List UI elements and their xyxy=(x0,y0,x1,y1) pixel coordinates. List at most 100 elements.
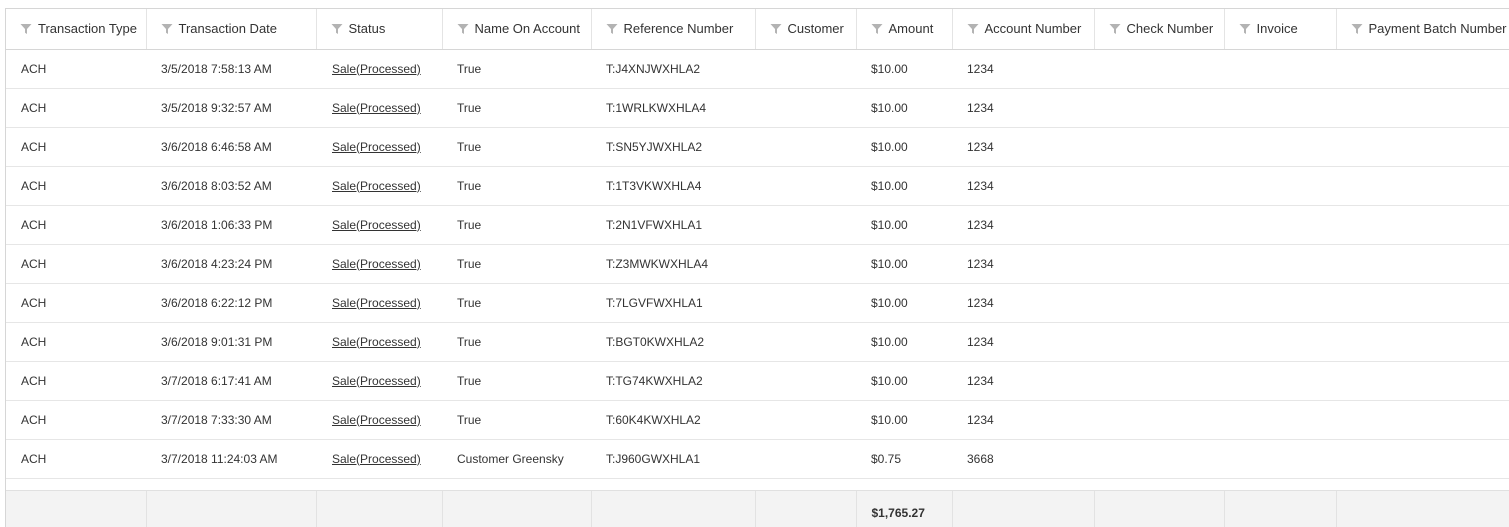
cell-reference-number: T:J4XNJWXHLA2 xyxy=(591,49,755,89)
status-link[interactable]: Sale(Processed) xyxy=(332,296,421,310)
cell-transaction-date: 3/6/2018 6:46:58 AM xyxy=(146,127,316,167)
cell-invoice xyxy=(1224,322,1336,362)
cell-transaction-type: ACH xyxy=(6,88,146,128)
column-header-check-number[interactable]: Check Number xyxy=(1094,9,1225,50)
cell-account-number: 1234 xyxy=(952,166,1094,206)
cell-transaction-type: ACH xyxy=(6,205,146,245)
cell-customer xyxy=(755,49,856,89)
cell-transaction-type: ACH xyxy=(6,244,146,284)
column-header-label: Transaction Date xyxy=(178,21,278,37)
column-header-account-number[interactable]: Account Number xyxy=(952,9,1095,50)
cell-transaction-type: ACH xyxy=(6,49,146,89)
cell-name-on-account: True xyxy=(442,400,591,440)
filter-icon[interactable] xyxy=(331,23,343,35)
status-link[interactable]: Sale(Processed) xyxy=(332,179,421,193)
column-header-status[interactable]: Status xyxy=(316,9,443,50)
column-header-amount[interactable]: Amount xyxy=(856,9,953,50)
cell-customer xyxy=(755,88,856,128)
cell-customer xyxy=(755,322,856,362)
column-header-invoice[interactable]: Invoice xyxy=(1224,9,1337,50)
cell-payment-batch-number xyxy=(1336,49,1509,89)
column-header-payment-batch-number[interactable]: Payment Batch Number xyxy=(1336,9,1509,50)
cell-invoice xyxy=(1224,361,1336,401)
spacer-cell xyxy=(1094,478,1224,491)
cell-payment-batch-number xyxy=(1336,322,1509,362)
filter-icon[interactable] xyxy=(770,23,782,35)
cell-transaction-type: ACH xyxy=(6,127,146,167)
cell-status: Sale(Processed) xyxy=(316,127,442,167)
cell-customer xyxy=(755,283,856,323)
footer-cell-status xyxy=(316,490,443,527)
cell-check-number xyxy=(1094,205,1224,245)
cell-check-number xyxy=(1094,49,1224,89)
status-link[interactable]: Sale(Processed) xyxy=(332,101,421,115)
column-header-name-on-account[interactable]: Name On Account xyxy=(442,9,592,50)
table-row[interactable]: ACH 3/5/2018 7:58:13 AM Sale(Processed) Tru… xyxy=(6,49,1509,89)
cell-transaction-type: ACH xyxy=(6,283,146,323)
cell-transaction-date: 3/7/2018 7:33:30 AM xyxy=(146,400,316,440)
table-row[interactable]: ACH 3/5/2018 9:32:57 AM Sale(Processed) Tru… xyxy=(6,88,1509,128)
cell-invoice xyxy=(1224,439,1336,479)
cell-name-on-account: True xyxy=(442,322,591,362)
status-link[interactable]: Sale(Processed) xyxy=(332,140,421,154)
status-link[interactable]: Sale(Processed) xyxy=(332,374,421,388)
column-header-transaction-type[interactable]: Transaction Type xyxy=(6,9,147,50)
cell-reference-number: T:Z3MWKWXHLA4 xyxy=(591,244,755,284)
filter-icon[interactable] xyxy=(606,23,618,35)
filter-icon[interactable] xyxy=(20,23,32,35)
cell-status: Sale(Processed) xyxy=(316,244,442,284)
table-row[interactable]: ACH 3/7/2018 7:33:30 AM Sale(Processed) Tru… xyxy=(6,400,1509,440)
filter-icon[interactable] xyxy=(1351,23,1363,35)
status-link[interactable]: Sale(Processed) xyxy=(332,452,421,466)
table-row[interactable]: ACH 3/7/2018 6:17:41 AM Sale(Processed) Tru… xyxy=(6,361,1509,401)
cell-amount: $10.00 xyxy=(856,322,952,362)
cell-amount: $10.00 xyxy=(856,127,952,167)
column-header-transaction-date[interactable]: Transaction Date xyxy=(146,9,317,50)
cell-status: Sale(Processed) xyxy=(316,322,442,362)
cell-account-number: 1234 xyxy=(952,205,1094,245)
cell-name-on-account: True xyxy=(442,244,591,284)
spacer-cell xyxy=(952,478,1094,491)
status-link[interactable]: Sale(Processed) xyxy=(332,62,421,76)
cell-payment-batch-number xyxy=(1336,166,1509,206)
cell-customer xyxy=(755,400,856,440)
cell-status: Sale(Processed) xyxy=(316,439,442,479)
cell-check-number xyxy=(1094,283,1224,323)
footer-cell-transaction-type xyxy=(6,490,147,527)
filter-icon[interactable] xyxy=(871,23,883,35)
cell-reference-number: T:7LGVFWXHLA1 xyxy=(591,283,755,323)
cell-account-number: 1234 xyxy=(952,400,1094,440)
filter-icon[interactable] xyxy=(457,23,469,35)
table-row[interactable]: ACH 3/6/2018 6:46:58 AM Sale(Processed) Tru… xyxy=(6,127,1509,167)
status-link[interactable]: Sale(Processed) xyxy=(332,257,421,271)
cell-amount: $10.00 xyxy=(856,283,952,323)
cell-status: Sale(Processed) xyxy=(316,88,442,128)
table-row[interactable]: ACH 3/6/2018 6:22:12 PM Sale(Processed) Tru… xyxy=(6,283,1509,323)
status-link[interactable]: Sale(Processed) xyxy=(332,218,421,232)
table-row[interactable]: ACH 3/7/2018 11:24:03 AM Sale(Processed) Cu… xyxy=(6,439,1509,479)
cell-invoice xyxy=(1224,127,1336,167)
table-row[interactable]: ACH 3/6/2018 9:01:31 PM Sale(Processed) Tru… xyxy=(6,322,1509,362)
cell-check-number xyxy=(1094,88,1224,128)
filter-icon[interactable] xyxy=(1239,23,1251,35)
cell-payment-batch-number xyxy=(1336,439,1509,479)
filter-icon[interactable] xyxy=(967,23,979,35)
cell-account-number: 1234 xyxy=(952,244,1094,284)
table-row[interactable]: ACH 3/6/2018 8:03:52 AM Sale(Processed) Tru… xyxy=(6,166,1509,206)
cell-payment-batch-number xyxy=(1336,361,1509,401)
filter-icon[interactable] xyxy=(1109,23,1121,35)
cell-reference-number: T:1WRLKWXHLA4 xyxy=(591,88,755,128)
footer-cell-payment-batch-number xyxy=(1336,490,1509,527)
cell-status: Sale(Processed) xyxy=(316,283,442,323)
cell-amount: $10.00 xyxy=(856,400,952,440)
status-link[interactable]: Sale(Processed) xyxy=(332,413,421,427)
spacer-cell xyxy=(591,478,755,491)
filter-icon[interactable] xyxy=(161,23,173,35)
column-header-reference-number[interactable]: Reference Number xyxy=(591,9,756,50)
column-header-customer[interactable]: Customer xyxy=(755,9,857,50)
table-row[interactable]: ACH 3/6/2018 4:23:24 PM Sale(Processed) Tru… xyxy=(6,244,1509,284)
table-row[interactable]: ACH 3/6/2018 1:06:33 PM Sale(Processed) Tru… xyxy=(6,205,1509,245)
status-link[interactable]: Sale(Processed) xyxy=(332,335,421,349)
footer-cell-name-on-account xyxy=(442,490,592,527)
cell-customer xyxy=(755,166,856,206)
